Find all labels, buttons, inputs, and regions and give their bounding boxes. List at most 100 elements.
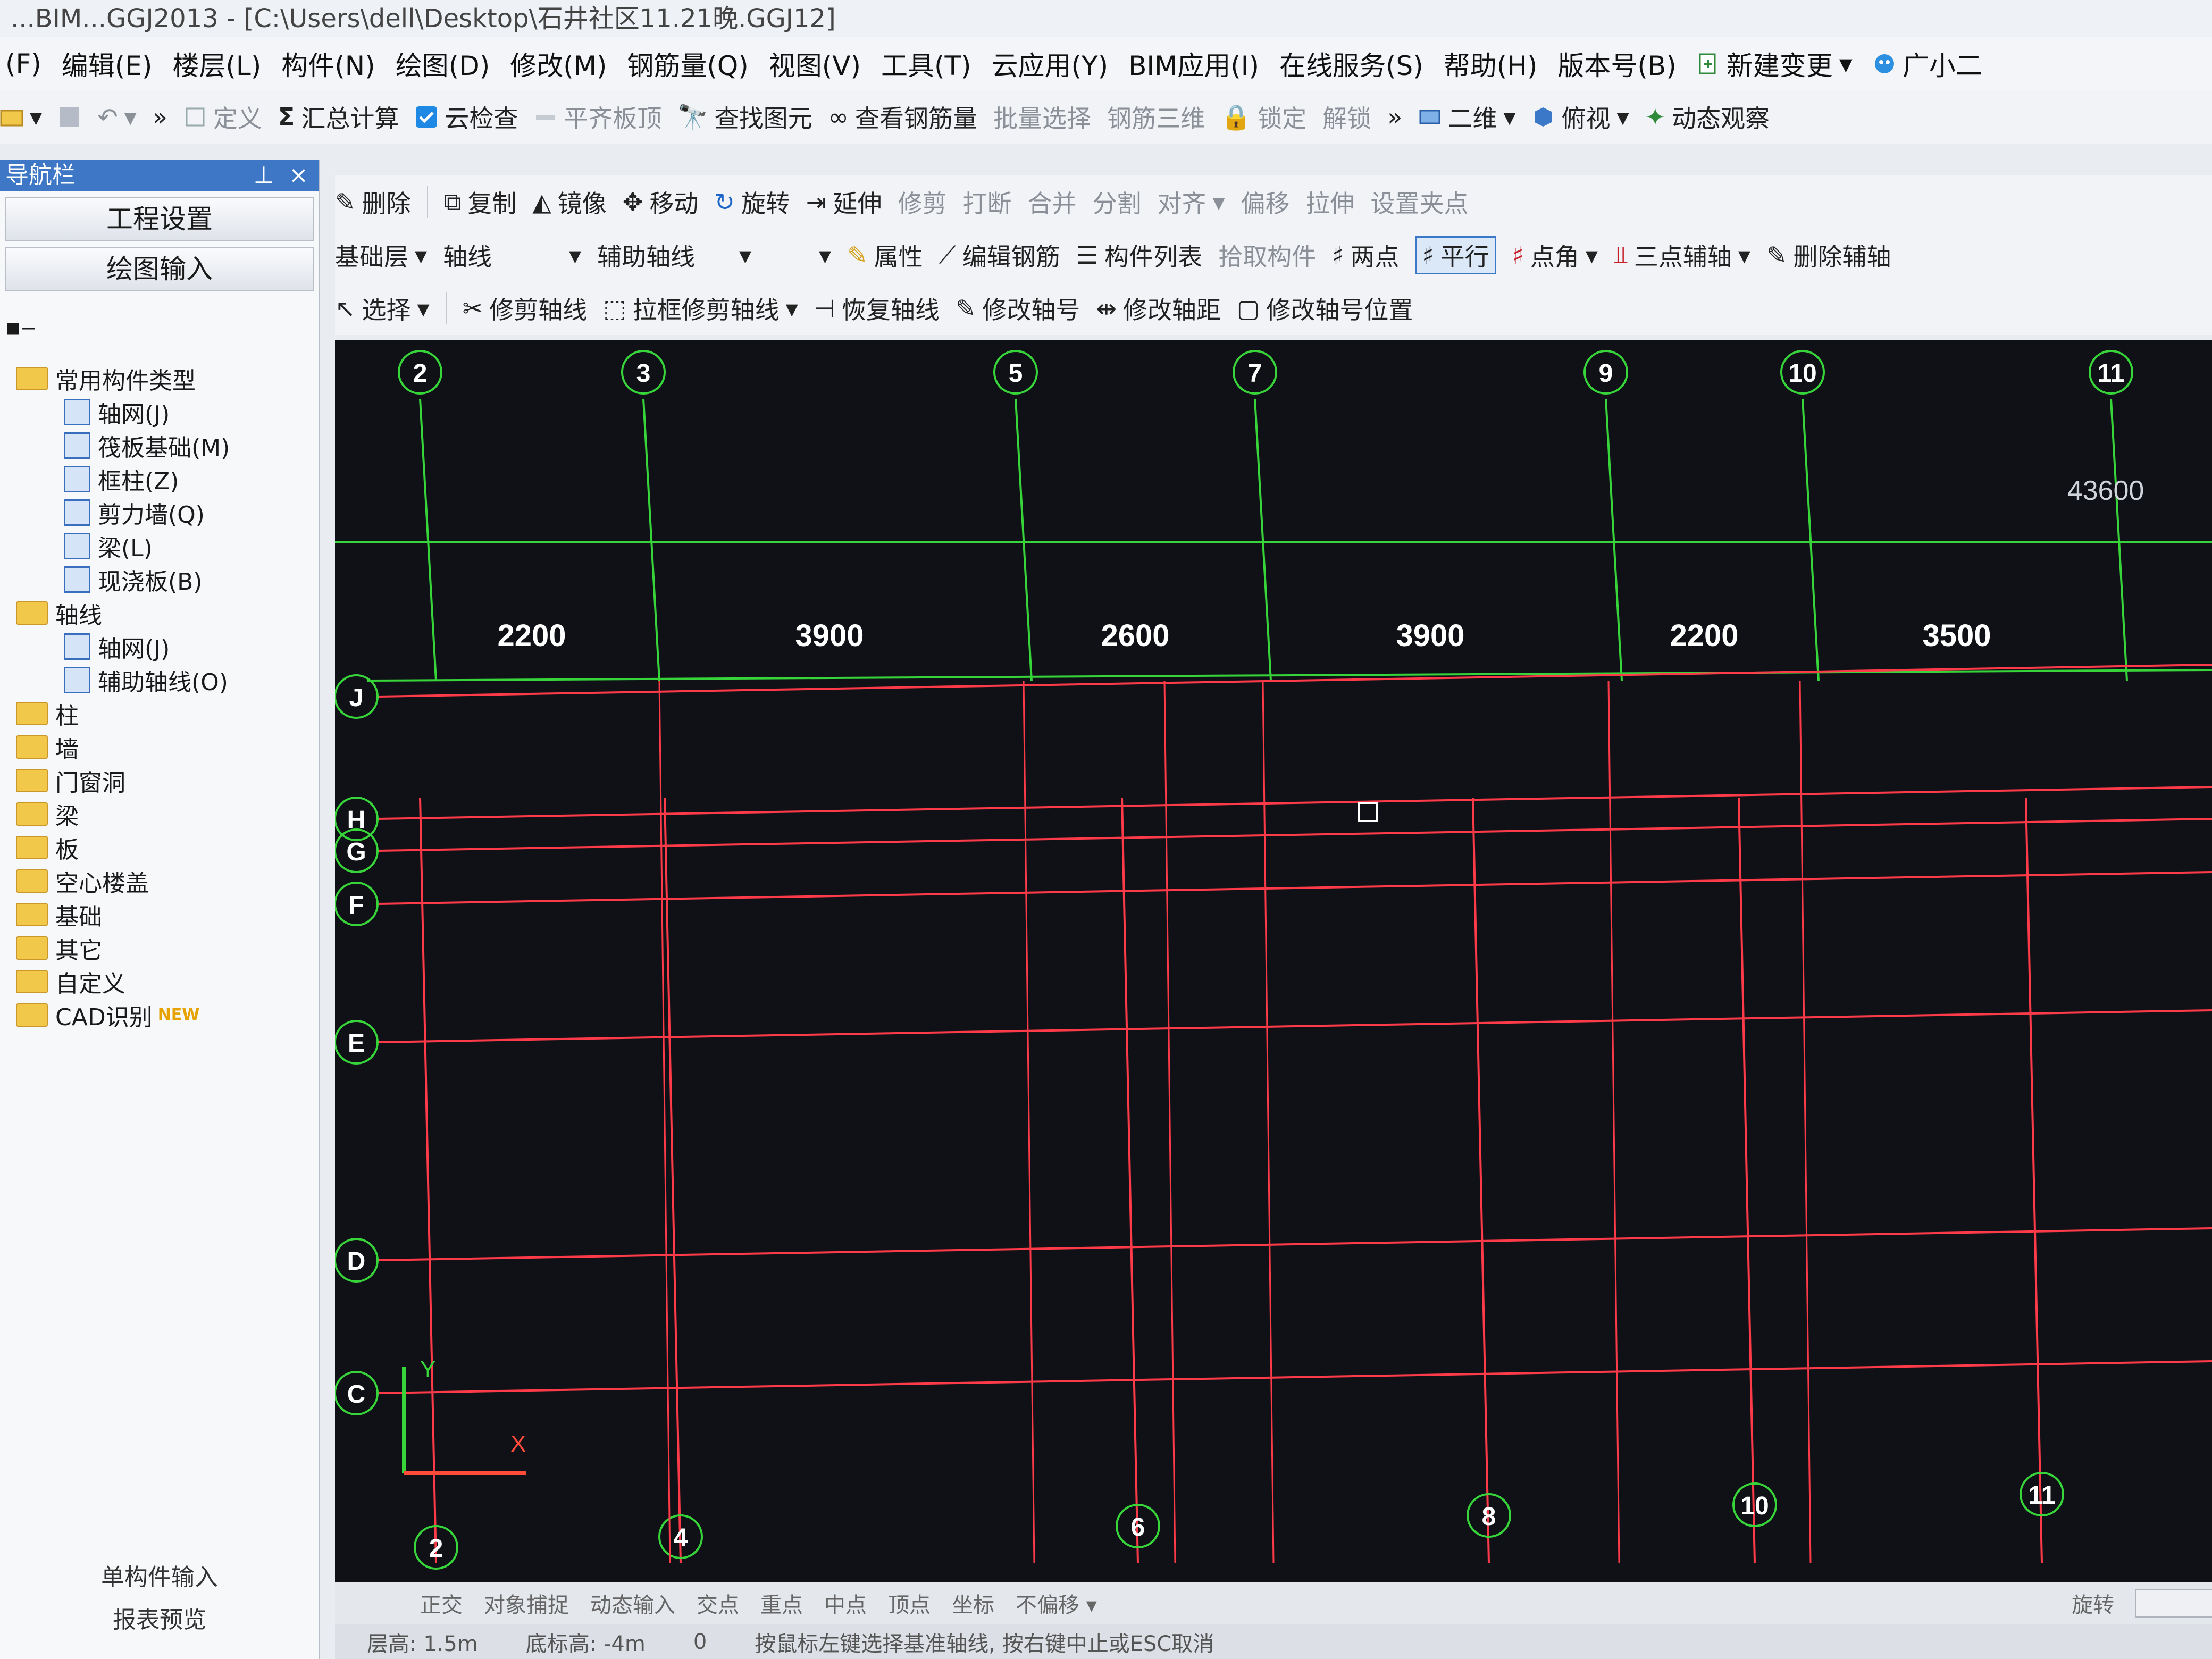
- aux-axis-J[interactable]: [377, 664, 2212, 698]
- collapse-all-icon[interactable]: ▪‒: [5, 314, 36, 341]
- aux-axis-E[interactable]: [377, 1009, 2212, 1043]
- rotate-input[interactable]: [2135, 1589, 2212, 1618]
- menu-view[interactable]: 视图(V): [769, 45, 861, 83]
- sum-calc-button[interactable]: Σ 汇总计算: [278, 99, 399, 135]
- extend-button[interactable]: ⇥ 延伸: [806, 185, 882, 220]
- tree-folder[interactable]: 板: [0, 831, 319, 864]
- assistant-button[interactable]: 广小二: [1873, 45, 1982, 83]
- element-select[interactable]: ▾: [767, 241, 831, 270]
- main-axis-3[interactable]: [642, 398, 660, 681]
- aux-axis-C[interactable]: [377, 1360, 2212, 1394]
- parallel-button[interactable]: ♯ 平行: [1415, 236, 1496, 274]
- menu-edit[interactable]: 编辑(E): [62, 45, 153, 83]
- tree-item[interactable]: 框柱(Z): [0, 462, 319, 496]
- ortho-toggle[interactable]: 正交: [420, 1588, 463, 1619]
- tree-folder[interactable]: 门窗洞: [0, 764, 319, 797]
- aux-vertical-axis-6[interactable]: [1121, 797, 1139, 1564]
- category-select[interactable]: 轴线 ▾: [443, 238, 581, 273]
- open-button[interactable]: ▾: [0, 103, 42, 131]
- aux-vertical-line[interactable]: [1023, 680, 1035, 1564]
- tree-folder[interactable]: 基础: [0, 898, 319, 931]
- menu-help[interactable]: 帮助(H): [1444, 45, 1538, 83]
- tree-item[interactable]: 辅助轴线(O): [0, 663, 319, 697]
- menu-component[interactable]: 构件(N): [281, 45, 375, 83]
- tree-folder[interactable]: 其它: [0, 931, 319, 965]
- menu-online[interactable]: 在线服务(S): [1279, 45, 1423, 83]
- tree-folder[interactable]: 柱: [0, 697, 319, 730]
- point-angle-button[interactable]: ♯ 点角 ▾: [1512, 238, 1598, 273]
- intersection-toggle[interactable]: 交点: [697, 1588, 739, 1619]
- project-settings-button[interactable]: 工程设置: [5, 197, 314, 241]
- main-axis-7[interactable]: [1254, 398, 1272, 681]
- rebar-3d-button[interactable]: 钢筋三维: [1107, 99, 1205, 135]
- aux-vertical-axis-4[interactable]: [664, 797, 682, 1564]
- coordinate-toggle[interactable]: 坐标: [952, 1588, 994, 1619]
- delete-button[interactable]: ✎ 删除: [335, 185, 411, 220]
- dynamic-view-button[interactable]: ✦ 动态观察: [1645, 99, 1770, 135]
- three-point-aux-button[interactable]: ⫫ 三点辅轴 ▾: [1614, 238, 1750, 273]
- copy-button[interactable]: ⧉ 复制: [444, 185, 517, 220]
- more-toolbar-button-2[interactable]: »: [1387, 103, 1402, 131]
- save-button[interactable]: [58, 105, 81, 129]
- aux-axis-G[interactable]: [377, 818, 2212, 852]
- vertex-toggle[interactable]: 顶点: [888, 1588, 931, 1619]
- tree-item[interactable]: 轴网(J): [0, 630, 319, 663]
- report-preview-button[interactable]: 报表预览: [0, 1601, 319, 1635]
- main-axis-11[interactable]: [2110, 398, 2128, 681]
- flat-slab-top-button[interactable]: 平齐板顶: [534, 99, 661, 135]
- tree-item[interactable]: 轴网(J): [0, 395, 319, 429]
- break-button[interactable]: 打断: [962, 185, 1011, 220]
- drawing-canvas[interactable]: 2 3 5 7 9 10 11 2200 3900 2600 3900 2200 3500 43600 J H…: [334, 340, 2212, 1585]
- menu-draw[interactable]: 绘图(D): [396, 45, 490, 83]
- rotate-button[interactable]: ↻ 旋转: [714, 185, 790, 220]
- new-change-button[interactable]: 新建变更 ▾: [1697, 45, 1853, 83]
- offset-select[interactable]: 不偏移 ▾: [1016, 1588, 1097, 1619]
- mirror-button[interactable]: ◭ 镜像: [532, 185, 606, 220]
- pin-icon[interactable]: ⊥: [254, 162, 274, 189]
- property-button[interactable]: ✎ 属性: [847, 238, 923, 273]
- menu-rebar[interactable]: 钢筋量(Q): [627, 45, 748, 83]
- menu-modify[interactable]: 修改(M): [510, 45, 607, 83]
- subtype-select[interactable]: 辅助轴线 ▾: [597, 238, 751, 273]
- menu-tools[interactable]: 工具(T): [881, 45, 971, 83]
- more-toolbar-button[interactable]: »: [153, 103, 167, 131]
- aux-vertical-line[interactable]: [1163, 680, 1176, 1564]
- top-view-button[interactable]: 俯视 ▾: [1531, 99, 1629, 135]
- tree-item[interactable]: 现浇板(B): [0, 563, 319, 596]
- aux-vertical-line[interactable]: [1799, 680, 1812, 1564]
- axis-grid[interactable]: 2 3 5 7 9 10 112200 3900 2600 3900 2200 350043600JH…: [334, 340, 2212, 1585]
- edit-rebar-button[interactable]: ⟋ 编辑钢筋: [939, 238, 1060, 273]
- menu-cloud[interactable]: 云应用(Y): [992, 45, 1109, 83]
- main-axis-10[interactable]: [1802, 398, 1820, 681]
- tree-item[interactable]: 剪力墙(Q): [0, 496, 319, 529]
- aux-vertical-axis-11[interactable]: [2025, 797, 2043, 1564]
- aux-vertical-axis-8[interactable]: [1472, 797, 1490, 1564]
- trim-button[interactable]: 修剪: [898, 185, 946, 220]
- dynamic-input-toggle[interactable]: 动态输入: [590, 1588, 675, 1619]
- trim-axis-button[interactable]: ✂ 修剪轴线: [463, 291, 588, 326]
- move-button[interactable]: ✥ 移动: [623, 185, 699, 220]
- delete-aux-button[interactable]: ✎ 删除辅轴: [1766, 238, 1891, 273]
- box-trim-axis-button[interactable]: ⬚ 拉框修剪轴线 ▾: [603, 291, 798, 326]
- drawing-input-button[interactable]: 绘图输入: [5, 247, 314, 291]
- tree-folder[interactable]: 常用构件类型: [0, 362, 319, 395]
- align-button[interactable]: 对齐 ▾: [1157, 185, 1225, 220]
- element-list-button[interactable]: ☰ 构件列表: [1076, 238, 1202, 273]
- tree-item[interactable]: 梁(L): [0, 529, 319, 563]
- aux-vertical-axis-10[interactable]: [1738, 797, 1756, 1564]
- cloud-check-button[interactable]: 云检查: [415, 99, 518, 135]
- two-point-button[interactable]: ♯ 两点: [1332, 238, 1399, 273]
- floor-select[interactable]: 基础层 ▾: [335, 238, 427, 273]
- tree-folder[interactable]: 空心楼盖: [0, 864, 319, 898]
- snap-toggle[interactable]: 对象捕捉: [484, 1588, 569, 1619]
- tree-folder[interactable]: 轴线: [0, 596, 319, 630]
- view-rebar-button[interactable]: ∞ 查看钢筋量: [828, 99, 977, 135]
- close-icon[interactable]: ×: [289, 162, 308, 189]
- aux-vertical-line[interactable]: [1262, 680, 1275, 1564]
- tree-folder[interactable]: CAD识别 NEW: [0, 998, 319, 1032]
- split-button[interactable]: 分割: [1092, 185, 1141, 220]
- offset-button[interactable]: 偏移: [1241, 185, 1290, 220]
- aux-axis-D[interactable]: [377, 1227, 2212, 1261]
- tree-folder[interactable]: 自定义: [0, 965, 319, 998]
- define-button[interactable]: 定义: [183, 99, 262, 135]
